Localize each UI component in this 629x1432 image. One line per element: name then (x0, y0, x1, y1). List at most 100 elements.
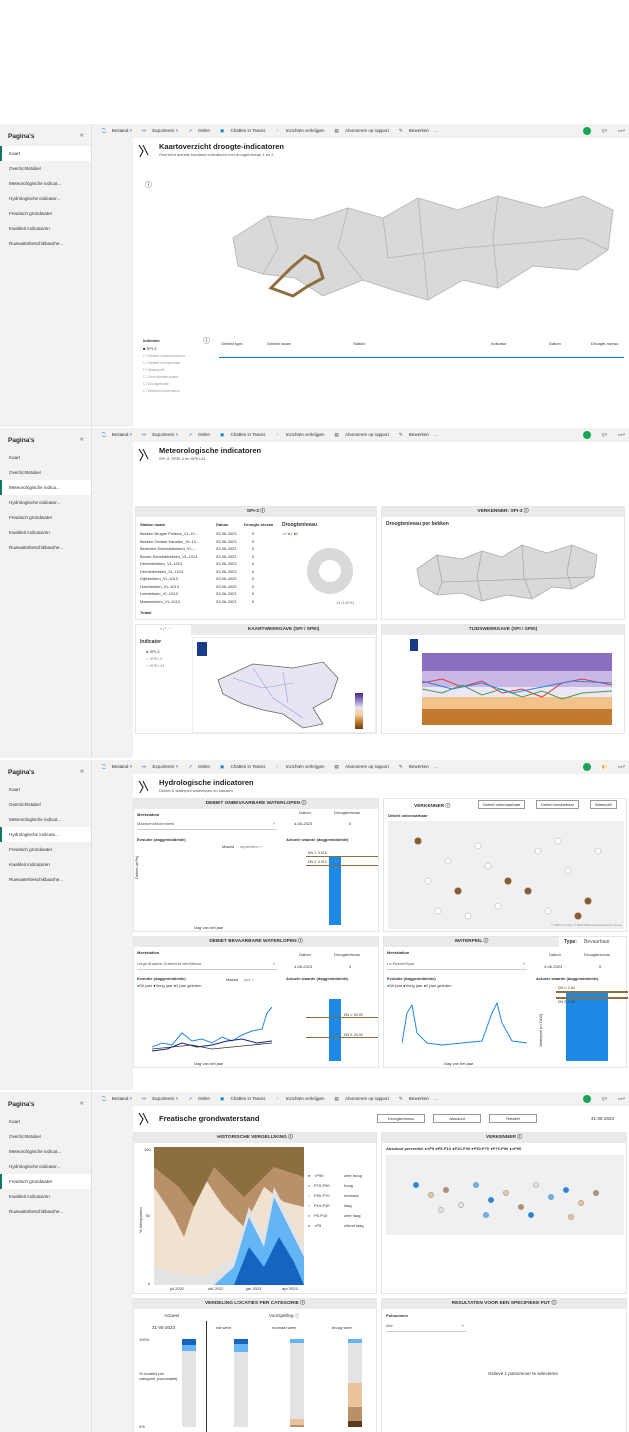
stack-segment[interactable] (182, 1351, 196, 1427)
info-icon[interactable]: ⓘ (203, 336, 210, 346)
actuele-bar[interactable] (329, 857, 341, 925)
page-item[interactable]: Kwaliteit indicatoren (0, 857, 91, 872)
collapse-icon[interactable]: « (80, 1100, 84, 1107)
page-item[interactable]: Kwaliteit indicatoren (0, 221, 91, 236)
droogteniveau-button[interactable]: Droogteniveau (377, 1114, 425, 1123)
col-header[interactable]: Datum (549, 341, 561, 346)
refresh-icon[interactable] (583, 431, 591, 439)
share-button[interactable]: ↗ Delen (183, 1096, 210, 1102)
well-marker[interactable] (532, 1182, 539, 1189)
page-item[interactable]: Kaart (0, 782, 91, 797)
well-marker[interactable] (487, 1197, 494, 1204)
col-header[interactable]: Droogte-niveau (244, 522, 273, 527)
collapse-icon[interactable]: « (80, 768, 84, 775)
grondwater-map[interactable] (386, 1155, 624, 1235)
more-button[interactable]: ··· (434, 1097, 439, 1102)
page-item[interactable]: Overzichtstabel (0, 797, 91, 812)
collapse-icon[interactable]: « (80, 436, 84, 443)
teams-button[interactable]: ▣ Chatten in Teams (215, 128, 265, 134)
well-marker[interactable] (562, 1187, 569, 1194)
teams-button[interactable]: ▣ Chatten in Teams (215, 432, 265, 438)
flanders-map[interactable] (223, 178, 618, 318)
page-item[interactable]: Hydrologische indicator... (0, 191, 91, 206)
maand-dropdown[interactable]: september ˅ (240, 844, 262, 849)
export-menu[interactable]: ↦ Exporteren ˅ (137, 1096, 178, 1102)
radio-option[interactable]: ● SPI-3 (146, 649, 160, 654)
well-marker[interactable] (482, 1212, 489, 1219)
page-item[interactable]: Freatisch grondwater (0, 206, 91, 221)
share-button[interactable]: ↗ Delen (183, 432, 210, 438)
stack-segment[interactable] (348, 1343, 362, 1383)
page-item[interactable]: Freatisch grondwater (0, 842, 91, 857)
well-marker[interactable] (517, 1204, 524, 1211)
page-item[interactable]: Meteorologische indicat... (0, 812, 91, 827)
meetstation-dropdown[interactable]: Lo-Fintele/Spar ˅ (387, 961, 527, 970)
bookmark-icon[interactable]: ▮˅ (602, 764, 607, 770)
page-item[interactable]: Kaart (0, 146, 91, 161)
putnummer-dropdown[interactable]: Alle ˅ (386, 1323, 466, 1332)
well-marker[interactable] (438, 1207, 445, 1214)
page-item[interactable]: Kwaliteit indicatoren (0, 1189, 91, 1204)
insights-button[interactable]: ♢ Inzichten verkrijgen (270, 432, 324, 438)
refresh-icon[interactable] (583, 1095, 591, 1103)
collapse-icon[interactable]: « (80, 132, 84, 139)
subscribe-button[interactable]: ▤ Abonneren op rapport (330, 764, 389, 770)
indicator-option[interactable]: ☐ Waterpeil (143, 367, 164, 372)
waterpeil-line-chart[interactable] (402, 993, 527, 1057)
page-item[interactable]: Overzichtstabel (0, 1129, 91, 1144)
station-marker[interactable] (484, 862, 492, 870)
file-menu[interactable]: 🗋 Bestand ˅ (97, 431, 132, 439)
page-item[interactable]: Overzichtstabel (0, 465, 91, 480)
page-item[interactable]: Ruwwaterbeschikbaarhe... (0, 540, 91, 555)
view-icon[interactable]: ▭˅ (618, 128, 625, 134)
station-marker[interactable] (434, 907, 442, 915)
export-menu[interactable]: ↦ Exporteren ˅ (137, 432, 178, 438)
page-item[interactable]: Freatisch grondwater (0, 1174, 91, 1189)
relatief-button[interactable]: Relatief (489, 1114, 537, 1123)
share-button[interactable]: ↗ Delen (183, 128, 210, 134)
bookmark-icon[interactable]: ▯˅ (602, 128, 607, 134)
more-button[interactable]: ··· (434, 129, 439, 134)
insights-button[interactable]: ♢ Inzichten verkrijgen (270, 764, 324, 770)
export-menu[interactable]: ↦ Exporteren ˅ (137, 764, 178, 770)
indicator-option[interactable]: ☐ Grondwaterstand (143, 374, 178, 379)
page-item[interactable]: Meteorologische indica... (0, 480, 91, 495)
absoluut-button[interactable]: Absoluut (433, 1114, 481, 1123)
page-item[interactable]: Ruwwaterbeschikbaarhe... (0, 236, 91, 251)
station-marker[interactable] (544, 907, 552, 915)
teams-button[interactable]: ▣ Chatten in Teams (215, 1096, 265, 1102)
station-marker[interactable] (414, 837, 422, 845)
export-menu[interactable]: ↦ Exporteren ˅ (137, 128, 178, 134)
view-icon[interactable]: ▭˅ (618, 764, 625, 770)
radio-option[interactable]: ○ SPEI-24 (146, 663, 164, 668)
file-menu[interactable]: 🗋 Bestand ˅ (97, 1095, 132, 1103)
page-item[interactable]: Freatisch grondwater (0, 510, 91, 525)
well-marker[interactable] (443, 1187, 450, 1194)
station-marker[interactable] (594, 847, 602, 855)
insights-button[interactable]: ♢ Inzichten verkrijgen (270, 128, 324, 134)
bookmark-icon[interactable]: ▯˅ (602, 432, 607, 438)
well-marker[interactable] (472, 1182, 479, 1189)
more-button[interactable]: ··· (434, 765, 439, 770)
well-marker[interactable] (502, 1190, 509, 1197)
page-item[interactable]: Overzichtstabel (0, 161, 91, 176)
debiet-onbevaarbaar-button[interactable]: Debiet onbevaarbaar (478, 800, 526, 809)
share-button[interactable]: ↗ Delen (183, 764, 210, 770)
refresh-icon[interactable] (583, 127, 591, 135)
indicator-option[interactable]: ☐ Zoutgehalte (143, 381, 169, 386)
col-header[interactable]: Gebied naam (267, 341, 291, 346)
indicator-option[interactable]: ☐ Debiet bevaarbaar (143, 360, 181, 365)
bevaarbaar-line-chart[interactable] (152, 993, 277, 1057)
station-map[interactable]: © 2023 TomTom © 2023 Microsoft Corporati… (388, 821, 624, 929)
bookmark-icon[interactable]: ▯˅ (602, 1096, 607, 1102)
station-marker[interactable] (564, 867, 572, 875)
station-marker[interactable] (534, 847, 542, 855)
file-menu[interactable]: 🗋 Bestand ˅ (97, 763, 132, 771)
station-marker[interactable] (464, 912, 472, 920)
donut-chart[interactable] (306, 547, 354, 595)
page-item[interactable]: Ruwwaterbeschikbaarhe... (0, 872, 91, 887)
edit-button[interactable]: ✎ Bewerken (394, 432, 429, 438)
page-item[interactable]: Kaart (0, 450, 91, 465)
station-marker[interactable] (424, 877, 432, 885)
col-header[interactable]: Indicator (491, 341, 506, 346)
